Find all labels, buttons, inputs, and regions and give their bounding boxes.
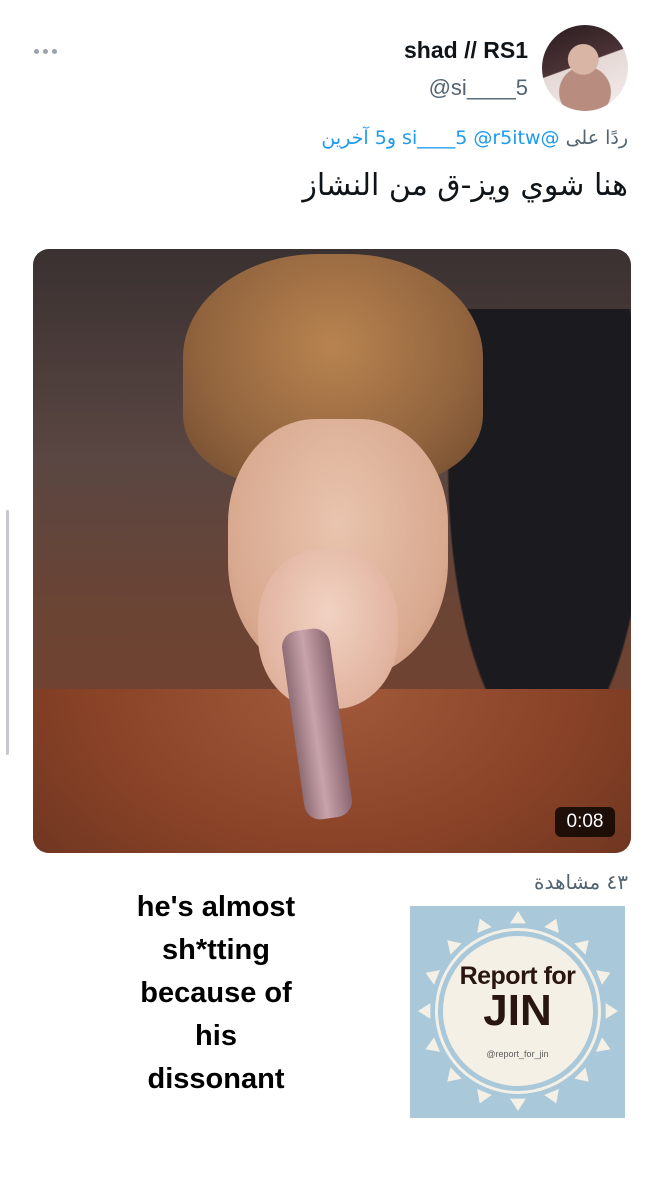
sunburst-ray xyxy=(477,1088,492,1104)
view-count: ٤٣ مشاهدة xyxy=(533,870,628,894)
sunburst-ray xyxy=(447,1067,462,1082)
report-for-jin-logo: Report for JIN @report_for_jin xyxy=(410,906,625,1118)
video-duration-badge: 0:08 xyxy=(555,807,615,837)
avatar[interactable] xyxy=(542,25,628,111)
sunburst-ray xyxy=(544,918,559,934)
sunburst-ray xyxy=(447,940,462,955)
caption-line: dissonant xyxy=(147,1063,285,1095)
caption-line: he's almost xyxy=(136,891,296,923)
sunburst-ray xyxy=(510,911,526,924)
sunburst-ray xyxy=(510,1098,526,1111)
reply-others[interactable]: و5 آخرين xyxy=(321,127,396,149)
tweet-text: هنا شوي ويز-ق من النشاز xyxy=(302,168,628,203)
caption-line: sh*tting xyxy=(162,934,270,966)
sunburst-ray xyxy=(477,918,492,934)
more-options-icon[interactable] xyxy=(34,46,58,56)
caption-line: because of xyxy=(140,977,292,1009)
sunburst-ray xyxy=(574,940,589,955)
display-name[interactable]: shad // RS1 xyxy=(404,37,528,64)
reply-context: ردًا على @si____5 @r5itw و5 آخرين xyxy=(321,127,628,149)
reply-prefix: ردًا على xyxy=(565,127,628,149)
sunburst-ray xyxy=(544,1088,559,1104)
logo-account: @report_for_jin xyxy=(486,1049,549,1059)
user-handle[interactable]: @si____5 xyxy=(429,75,528,101)
meme-caption: he's almost sh*tting because of his diss… xyxy=(90,886,342,1101)
video-player[interactable] xyxy=(33,249,631,853)
reply-mentions[interactable]: @si____5 @r5itw xyxy=(402,127,559,149)
logo-title-line2: JIN xyxy=(483,986,552,1035)
scroll-indicator[interactable] xyxy=(6,510,9,755)
caption-line: his xyxy=(195,1020,237,1052)
sunburst-ray xyxy=(574,1067,589,1082)
